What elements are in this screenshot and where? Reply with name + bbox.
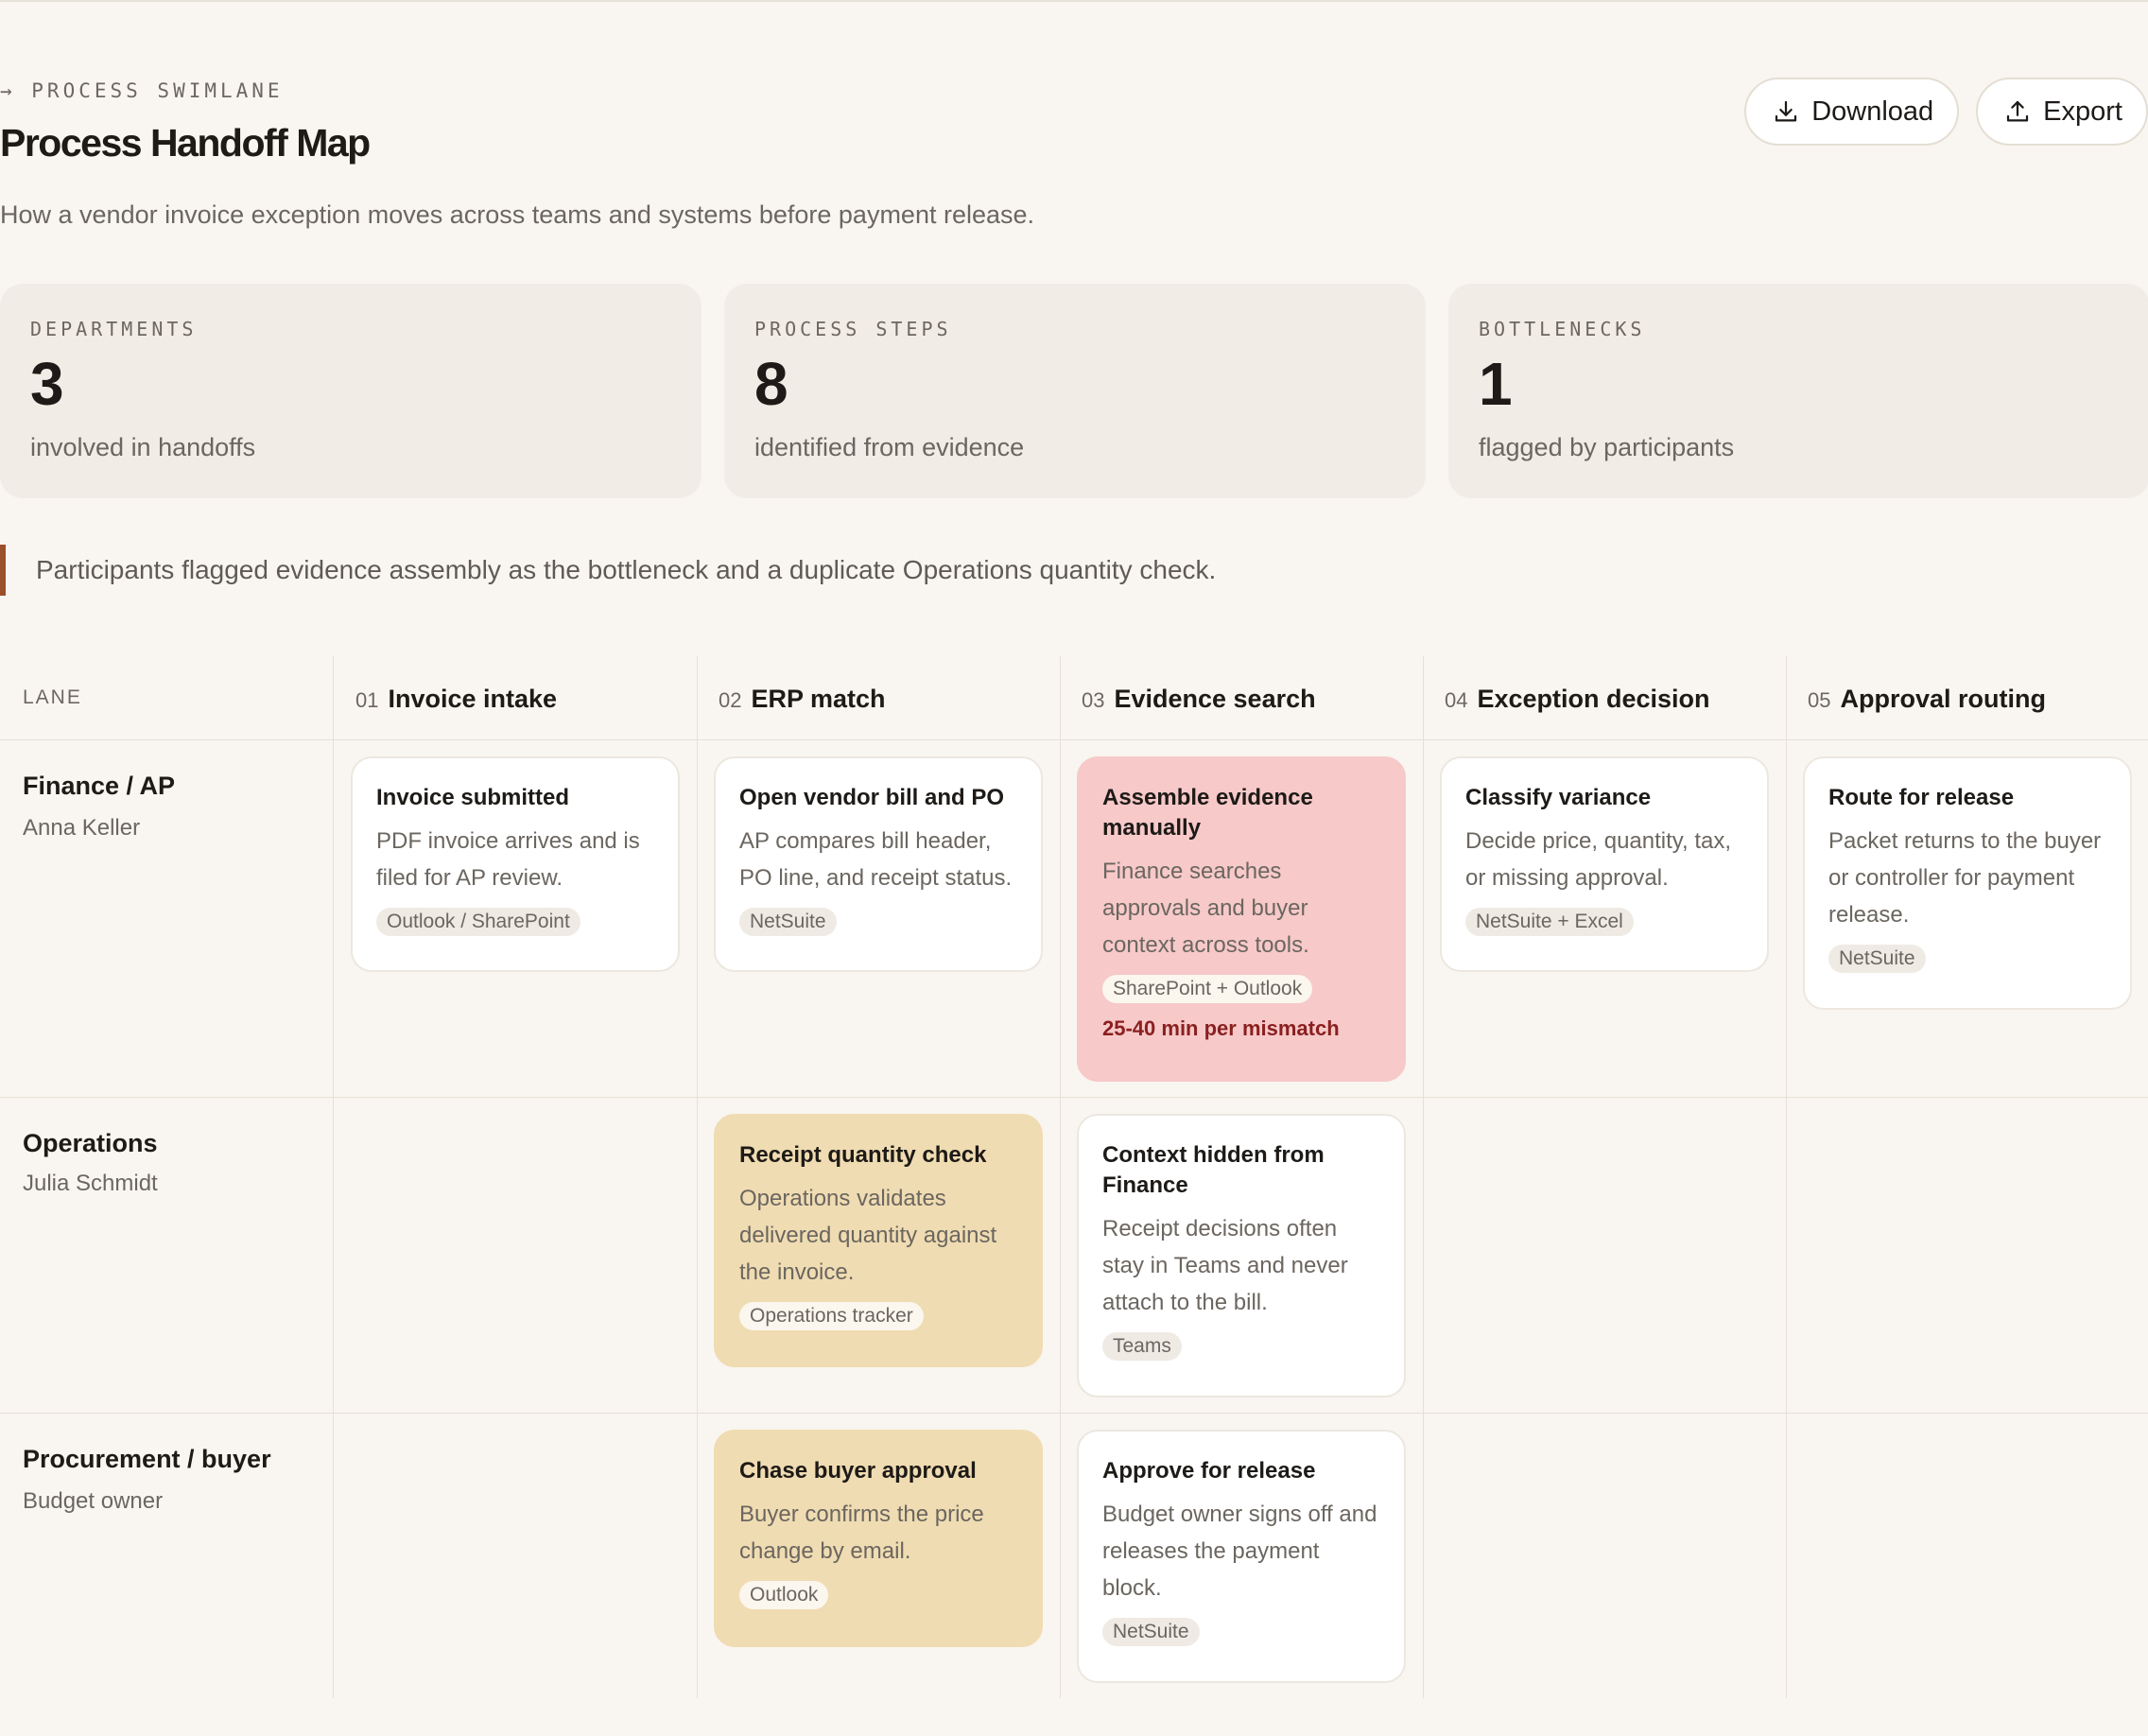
column-header-evidence-search: 03 Evidence search (1082, 685, 1316, 714)
step-card-invoice-submitted[interactable]: Invoice submitted PDF invoice arrives an… (351, 756, 680, 972)
step-card-route-for-release[interactable]: Route for release Packet returns to the … (1803, 756, 2132, 1010)
lane-owner-operations: Julia Schmidt (23, 1171, 158, 1196)
stat-note: flagged by participants (1479, 433, 1735, 461)
step-card-chase-buyer-approval[interactable]: Chase buyer approval Buyer confirms the … (714, 1430, 1043, 1647)
column-divider (697, 656, 698, 1698)
row-divider (0, 1097, 2148, 1098)
export-button[interactable]: Export (1976, 78, 2148, 146)
system-tag: NetSuite (1102, 1618, 1200, 1646)
step-card-context-hidden[interactable]: Context hidden from Finance Receipt deci… (1077, 1114, 1406, 1397)
column-divider (1786, 656, 1787, 1698)
download-label: Download (1811, 95, 1934, 127)
system-tag: NetSuite (1828, 945, 1926, 973)
stat-value: 1 (1479, 350, 1513, 418)
column-title: Exception decision (1477, 685, 1710, 713)
lane-title-finance: Finance / AP (23, 772, 176, 800)
card-title: Open vendor bill and PO (739, 785, 1005, 810)
row-divider (0, 739, 2148, 740)
stat-value: 8 (754, 350, 788, 418)
section-eyebrow: → PROCESS SWIMLANE (0, 79, 284, 102)
card-title: Context hidden from Finance (1102, 1142, 1325, 1198)
header-actions: Download Export (1744, 78, 2148, 146)
card-description: AP compares bill header, PO line, and re… (739, 828, 1013, 891)
lane-column-header: LANE (23, 686, 82, 708)
column-header-approval-routing: 05 Approval routing (1808, 685, 2046, 714)
column-title: Approval routing (1840, 685, 2046, 713)
stat-note: identified from evidence (754, 433, 1025, 461)
column-number: 04 (1445, 688, 1468, 712)
card-title: Classify variance (1465, 785, 1652, 810)
card-description: Decide price, quantity, tax, or missing … (1465, 828, 1732, 891)
card-description: PDF invoice arrives and is filed for AP … (376, 828, 640, 891)
system-tag: SharePoint + Outlook (1102, 975, 1313, 1003)
step-card-receipt-quantity-check[interactable]: Receipt quantity check Operations valida… (714, 1114, 1043, 1367)
card-title: Approve for release (1102, 1458, 1316, 1484)
card-description: Budget owner signs off and releases the … (1102, 1502, 1377, 1601)
step-card-open-vendor-bill[interactable]: Open vendor bill and PO AP compares bill… (714, 756, 1043, 972)
card-description: Operations validates delivered quantity … (739, 1186, 997, 1285)
card-title: Route for release (1828, 785, 2015, 810)
stat-label: PROCESS STEPS (754, 318, 952, 340)
stat-card-bottlenecks: BOTTLENECKS 1 flagged by participants (1448, 284, 2148, 498)
top-divider (0, 0, 2148, 2)
page-subtitle: How a vendor invoice exception moves acr… (0, 200, 1035, 229)
step-card-classify-variance[interactable]: Classify variance Decide price, quantity… (1440, 756, 1769, 972)
system-tag: Outlook (739, 1581, 829, 1609)
lane-owner-finance: Anna Keller (23, 815, 141, 841)
stat-value: 3 (30, 350, 64, 418)
step-card-assemble-evidence[interactable]: Assemble evidence manually Finance searc… (1077, 756, 1406, 1082)
column-title: ERP match (751, 685, 886, 713)
upload-icon (2003, 97, 2032, 126)
lane-owner-procurement: Budget owner (23, 1488, 164, 1514)
card-description: Buyer confirms the price change by email… (739, 1502, 984, 1564)
system-tag: Outlook / SharePoint (376, 908, 580, 936)
download-icon (1772, 97, 1800, 126)
card-title: Assemble evidence manually (1102, 785, 1313, 841)
lane-title-operations: Operations (23, 1129, 158, 1157)
system-tag: Operations tracker (739, 1302, 924, 1330)
system-tag: NetSuite + Excel (1465, 908, 1634, 936)
card-description: Finance searches approvals and buyer con… (1102, 859, 1309, 958)
card-description: Packet returns to the buyer or controlle… (1828, 828, 2102, 928)
card-title: Receipt quantity check (739, 1142, 987, 1168)
system-tag: NetSuite (739, 908, 837, 936)
column-number: 05 (1808, 688, 1831, 712)
stat-note: involved in handoffs (30, 433, 256, 461)
system-tag: Teams (1102, 1332, 1182, 1361)
card-description: Receipt decisions often stay in Teams an… (1102, 1216, 1348, 1315)
column-title: Invoice intake (388, 685, 558, 713)
bottleneck-metric: 25-40 min per mismatch (1102, 1016, 1340, 1040)
export-label: Export (2043, 95, 2122, 127)
stat-card-process-steps: PROCESS STEPS 8 identified from evidence (724, 284, 1426, 498)
stat-label: BOTTLENECKS (1479, 318, 1646, 340)
stats-row: DEPARTMENTS 3 involved in handoffs PROCE… (0, 284, 2148, 498)
card-title: Chase buyer approval (739, 1458, 977, 1484)
column-header-erp-match: 02 ERP match (719, 685, 886, 714)
column-number: 03 (1082, 688, 1105, 712)
column-number: 01 (355, 688, 379, 712)
column-divider (1060, 656, 1061, 1698)
step-card-approve-for-release[interactable]: Approve for release Budget owner signs o… (1077, 1430, 1406, 1683)
swimlane-grid: LANE 01 Invoice intake 02 ERP match 03 E… (0, 656, 2148, 1698)
column-divider (1423, 656, 1424, 1698)
lane-title-procurement: Procurement / buyer (23, 1445, 271, 1473)
card-title: Invoice submitted (376, 785, 570, 810)
column-header-exception-decision: 04 Exception decision (1445, 685, 1710, 714)
column-divider (333, 656, 334, 1698)
download-button[interactable]: Download (1744, 78, 1960, 146)
page-title: Process Handoff Map (0, 121, 371, 165)
stat-label: DEPARTMENTS (30, 318, 198, 340)
column-title: Evidence search (1114, 685, 1316, 713)
stat-card-departments: DEPARTMENTS 3 involved in handoffs (0, 284, 702, 498)
column-number: 02 (719, 688, 742, 712)
column-header-invoice-intake: 01 Invoice intake (355, 685, 557, 714)
row-divider (0, 1413, 2148, 1414)
callout-text: Participants flagged evidence assembly a… (36, 555, 1217, 584)
bottleneck-callout: Participants flagged evidence assembly a… (0, 545, 1418, 596)
